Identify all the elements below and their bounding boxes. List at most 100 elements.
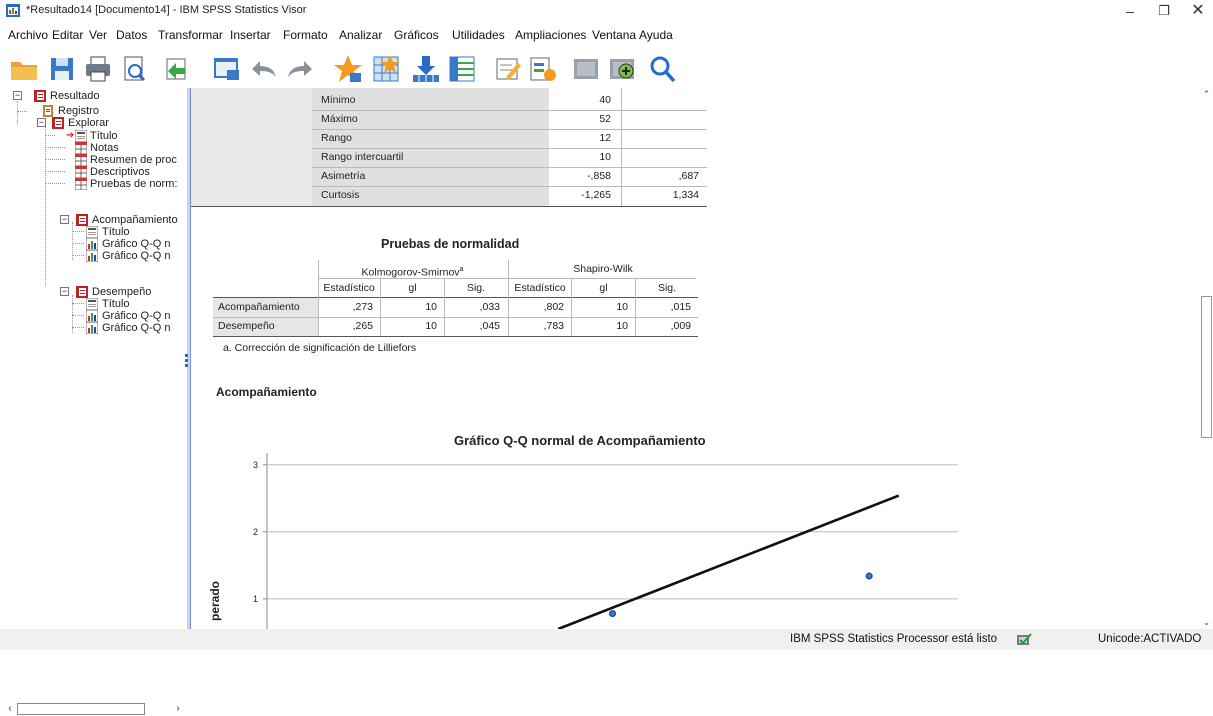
create-script-icon[interactable] (526, 53, 558, 85)
goto-case-icon[interactable] (370, 53, 402, 85)
goto-data-icon[interactable] (332, 53, 364, 85)
outline-horizontal-scrollbar[interactable]: ‹ › (4, 702, 184, 716)
show-icon[interactable] (606, 53, 638, 85)
search-icon[interactable] (646, 53, 678, 85)
outline-item-registro[interactable]: Registro (42, 105, 184, 117)
collapse-toggle[interactable]: − (13, 91, 22, 100)
outline-item-qq-chart[interactable]: Gráfico Q-Q n (86, 310, 184, 322)
desc-value: 12 (599, 132, 611, 144)
outline-item-acompanamiento[interactable]: Acompañamiento (76, 214, 184, 226)
outline-item-qq-chart[interactable]: Gráfico Q-Q n (86, 250, 184, 262)
tree-connector (17, 111, 27, 112)
open-folder-icon[interactable] (8, 53, 40, 85)
col-header: Estadístico (323, 282, 375, 294)
tree-connector (45, 171, 65, 172)
title-bar: *Resultado14 [Documento14] - IBM SPSS St… (0, 0, 1213, 22)
desc-value: 10 (599, 151, 611, 163)
table-cell: 10 (425, 320, 437, 332)
scroll-thumb[interactable] (1201, 296, 1212, 438)
data-point (609, 610, 616, 618)
table-cell: ,802 (543, 301, 564, 313)
menu-transformar[interactable]: Transformar (158, 28, 223, 42)
chart-icon (86, 322, 98, 334)
outline-item-titulo[interactable]: ➔ Título (66, 130, 184, 142)
table-cell: 10 (616, 301, 628, 313)
content-vertical-scrollbar[interactable]: ⌃ ⌄ (1200, 88, 1213, 629)
processor-ready-icon (1017, 633, 1032, 645)
hide-icon[interactable] (570, 53, 602, 85)
menu-utilidades[interactable]: Utilidades (452, 28, 505, 42)
desc-error: ,687 (678, 170, 699, 182)
unicode-status: Unicode:ACTIVADO (1098, 633, 1202, 645)
outline-item-titulo[interactable]: Título (86, 226, 184, 238)
menu-graficos[interactable]: Gráficos (394, 28, 439, 42)
outline-item-descriptivos[interactable]: Descriptivos (66, 166, 184, 178)
status-bar: IBM SPSS Statistics Processor está listo… (0, 629, 1213, 650)
splitter-grip-icon[interactable] (185, 354, 188, 368)
col-header: Sig. (657, 282, 677, 294)
print-icon[interactable] (82, 53, 114, 85)
outline-item-qq-chart[interactable]: Gráfico Q-Q n (86, 238, 184, 250)
export-icon[interactable] (160, 53, 192, 85)
tree-connector (45, 183, 65, 184)
redo-icon[interactable] (284, 53, 316, 85)
recall-dialog-icon[interactable] (210, 53, 242, 85)
normality-table-title: Pruebas de normalidad (381, 237, 520, 251)
table-cell: ,265 (352, 320, 373, 332)
undo-icon[interactable] (248, 53, 280, 85)
menu-datos[interactable]: Datos (116, 28, 147, 42)
group-header-ks-text: Kolmogorov-Smirnov (361, 266, 460, 279)
outline-item-pruebas[interactable]: Pruebas de norm: (66, 178, 184, 190)
section-heading: Acompañamiento (216, 385, 317, 399)
scroll-left-icon[interactable]: ‹ (4, 702, 16, 716)
output-book-icon (34, 90, 46, 102)
scroll-thumb[interactable] (17, 703, 145, 715)
table-cell: 10 (616, 320, 628, 332)
print-preview-icon[interactable] (118, 53, 150, 85)
menu-editar[interactable]: Editar (52, 28, 83, 42)
menu-insertar[interactable]: Insertar (230, 28, 271, 42)
collapse-toggle[interactable]: − (37, 118, 46, 127)
collapse-toggle[interactable]: − (60, 287, 69, 296)
menu-formato[interactable]: Formato (283, 28, 328, 42)
designate-window-icon[interactable] (492, 53, 524, 85)
outline-item-desempeno[interactable]: Desempeño (76, 286, 184, 298)
variables-icon[interactable] (446, 53, 478, 85)
menu-ventana[interactable]: Ventana (592, 28, 636, 42)
table-cell: 10 (425, 301, 437, 313)
outline-item-notas[interactable]: Notas (66, 142, 184, 154)
outline-item-titulo[interactable]: Título (86, 298, 184, 310)
save-icon[interactable] (46, 53, 78, 85)
processor-status: IBM SPSS Statistics Processor está listo (790, 633, 998, 645)
col-header: gl (599, 282, 608, 294)
desc-error (631, 129, 699, 148)
menu-ayuda[interactable]: Ayuda (639, 28, 673, 42)
scroll-up-icon[interactable]: ⌃ (1200, 88, 1213, 100)
scroll-down-icon[interactable]: ⌄ (1200, 616, 1213, 628)
col-header: Estadístico (514, 282, 566, 294)
output-book-icon (76, 214, 88, 226)
outline-panel: − − − − Resultado Registro Explorar ➔ Tí… (0, 88, 187, 715)
y-tick-label: 2 (253, 527, 258, 537)
menu-ampliaciones[interactable]: Ampliaciones (515, 28, 586, 42)
outline-item-resumen[interactable]: Resumen de proc (66, 154, 184, 166)
outline-item-resultado[interactable]: Resultado (34, 90, 184, 102)
desc-error: 1,334 (672, 189, 699, 201)
outline-item-explorar[interactable]: Explorar (52, 117, 184, 129)
col-header: gl (408, 282, 417, 294)
desc-error (631, 148, 699, 167)
menu-ver[interactable]: Ver (89, 28, 107, 42)
collapse-toggle[interactable]: − (60, 215, 69, 224)
table-cell: ,045 (479, 320, 500, 332)
goto-variable-icon[interactable] (410, 53, 442, 85)
desc-label-asimetria: Asimetría (321, 170, 366, 182)
menu-archivo[interactable]: Archivo (8, 28, 48, 42)
close-button[interactable]: ✕ (1178, 2, 1213, 20)
chart-icon (86, 238, 98, 250)
log-icon (43, 105, 53, 117)
tree-connector (45, 135, 55, 136)
outline-item-qq-chart[interactable]: Gráfico Q-Q n (86, 322, 184, 334)
scroll-right-icon[interactable]: › (172, 702, 184, 716)
menu-analizar[interactable]: Analizar (339, 28, 382, 42)
tree-connector (72, 315, 84, 316)
